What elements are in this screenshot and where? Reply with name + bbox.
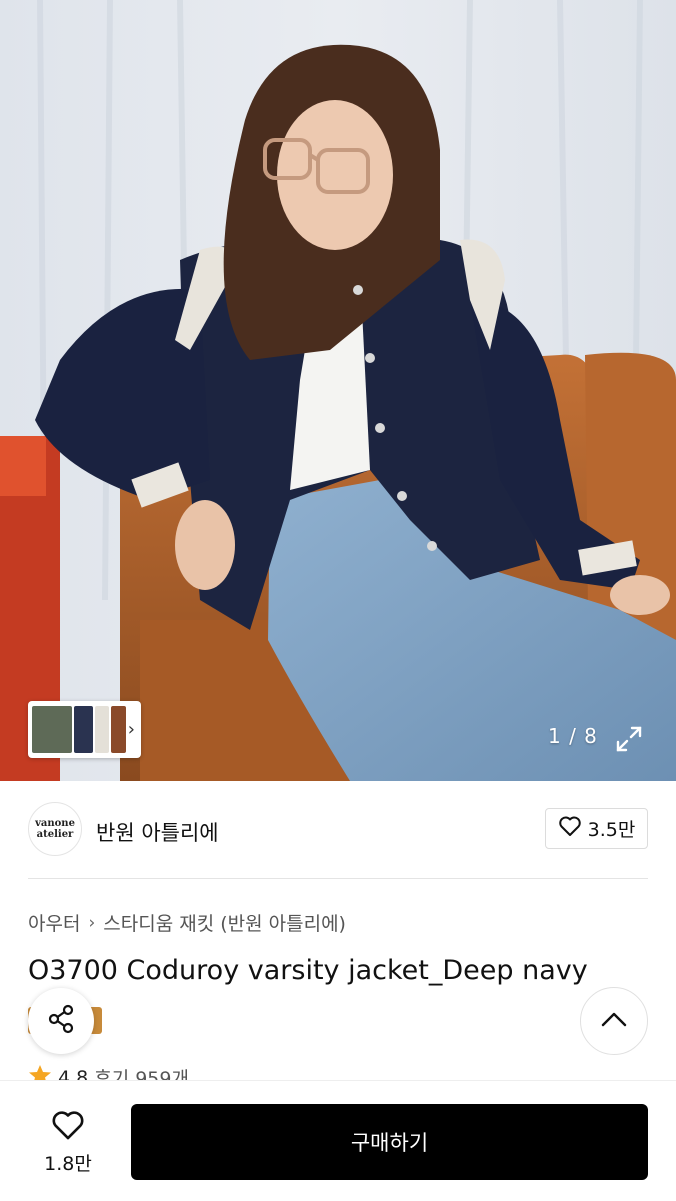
thumbnail-strip[interactable]: › xyxy=(28,701,141,758)
thumbnail-image[interactable] xyxy=(32,706,73,753)
share-icon xyxy=(45,1003,77,1039)
bottom-action-bar: 1.8만 구매하기 xyxy=(0,1080,676,1201)
thumbnail-image[interactable] xyxy=(110,706,126,753)
brand-logo-text: atelier xyxy=(36,829,74,840)
thumbnail-image[interactable] xyxy=(95,706,109,753)
chevron-right-icon: › xyxy=(88,912,96,933)
breadcrumb-subcategory[interactable]: 스타디움 재킷 (반원 아틀리에) xyxy=(103,909,346,936)
thumbnail-image[interactable] xyxy=(74,706,94,753)
breadcrumb-category[interactable]: 아우터 xyxy=(28,909,80,936)
brand-logo[interactable]: vanone atelier xyxy=(28,802,82,856)
brand-row[interactable]: vanone atelier 반원 아틀리에 3.5만 xyxy=(28,802,648,858)
chevron-up-icon xyxy=(601,1011,627,1031)
brand-like-count: 3.5만 xyxy=(587,819,636,841)
breadcrumb: 아우터 › 스타디움 재킷 (반원 아틀리에) xyxy=(28,909,346,936)
image-counter: 1 / 8 xyxy=(548,724,598,748)
wishlist-button[interactable]: 1.8만 xyxy=(28,1109,108,1176)
buy-button[interactable]: 구매하기 xyxy=(131,1104,648,1180)
heart-icon xyxy=(50,1111,86,1145)
product-photo xyxy=(0,0,676,781)
share-button[interactable] xyxy=(28,988,94,1054)
brand-name[interactable]: 반원 아틀리에 xyxy=(96,817,219,847)
divider xyxy=(28,878,648,879)
scroll-top-button[interactable] xyxy=(580,987,648,1055)
heart-icon xyxy=(558,815,582,842)
product-image-gallery[interactable]: › 1 / 8 xyxy=(0,0,676,781)
wishlist-count: 1.8만 xyxy=(44,1153,92,1175)
brand-logo-text: vanone xyxy=(35,818,75,829)
product-title: O3700 Coduroy varsity jacket_Deep navy xyxy=(28,955,588,986)
chevron-right-icon[interactable]: › xyxy=(128,719,135,740)
brand-like-button[interactable]: 3.5만 xyxy=(545,808,648,849)
